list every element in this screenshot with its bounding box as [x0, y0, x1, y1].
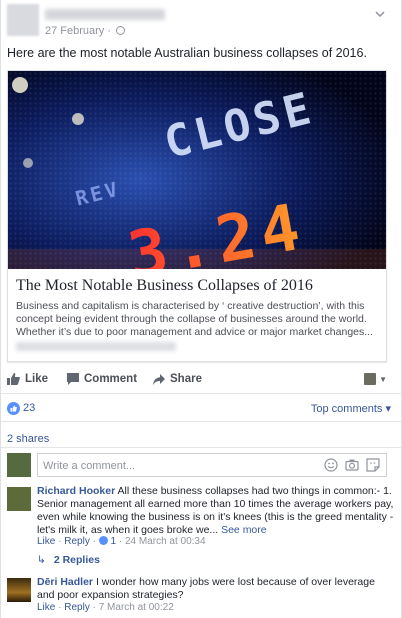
share-arrow-icon	[153, 373, 165, 385]
author-avatar[interactable]	[7, 4, 39, 36]
share-button[interactable]: Share	[153, 373, 202, 385]
link-preview[interactable]: CLOSE REV 3.24 The Most Notable Business…	[7, 70, 387, 362]
comment-reply-link[interactable]: Reply	[64, 536, 90, 547]
like-count[interactable]: 23	[23, 402, 35, 414]
caret-down-icon: ▼	[379, 374, 387, 384]
comment-like-link[interactable]: Like	[37, 602, 55, 613]
comment-icon	[67, 373, 79, 385]
share-audience-picker[interactable]: ▼	[364, 373, 387, 385]
comment-body: Richard Hooker All these business collap…	[37, 485, 395, 537]
share-label: Share	[170, 373, 202, 385]
camera-icon[interactable]	[345, 458, 359, 472]
post-time-text[interactable]: 27 February ·	[45, 25, 111, 37]
like-reaction-icon[interactable]	[7, 402, 20, 415]
commenter-name[interactable]: Dēri Hadler	[37, 576, 93, 588]
replies-label: 2 Replies	[53, 554, 100, 566]
reply-arrow-icon: ↳	[37, 554, 46, 566]
commenter-avatar[interactable]	[7, 578, 31, 602]
comment-reply-link[interactable]: Reply	[64, 602, 90, 613]
globe-icon	[116, 26, 126, 35]
link-description: Business and capitalism is characterised…	[16, 300, 373, 338]
post-header: 27 February ·	[7, 4, 397, 40]
comment-input[interactable]: Write a comment...	[37, 453, 387, 477]
comment-time[interactable]: 7 March at 00:22	[99, 602, 174, 613]
like-reaction-icon	[98, 536, 108, 545]
commenter-avatar[interactable]	[7, 487, 31, 511]
see-more-link[interactable]: See more	[218, 524, 267, 536]
like-button[interactable]: Like	[7, 373, 48, 385]
avatar	[7, 453, 31, 477]
post-text: Here are the most notable Australian bus…	[7, 46, 367, 60]
comment-time[interactable]: 24 March at 00:34	[125, 536, 206, 547]
comment-button[interactable]: Comment	[67, 373, 137, 385]
comment-like-link[interactable]: Like	[37, 536, 55, 547]
commenter-name[interactable]: Richard Hooker	[37, 485, 115, 497]
comment-placeholder: Write a comment...	[43, 460, 136, 472]
avatar	[364, 373, 377, 385]
thumbs-up-icon	[7, 373, 20, 385]
like-label: Like	[25, 373, 49, 385]
comment-label: Comment	[84, 373, 138, 385]
link-source-redacted	[16, 342, 176, 351]
chevron-down-icon[interactable]	[375, 8, 385, 20]
view-replies-link[interactable]: ↳ 2 Replies	[37, 554, 100, 566]
link-body[interactable]: The Most Notable Business Collapses of 2…	[8, 269, 386, 361]
top-comments-dropdown[interactable]: Top comments ▾	[311, 402, 391, 415]
author-name-redacted[interactable]	[45, 9, 165, 20]
action-bar: Like Comment Share ▼	[1, 366, 401, 394]
link-image[interactable]: CLOSE REV 3.24	[8, 71, 386, 269]
shares-count[interactable]: 2 shares	[7, 433, 49, 445]
comment-meta: Like · Reply · 7 March at 00:22	[37, 602, 174, 613]
divider	[1, 447, 401, 448]
link-title[interactable]: The Most Notable Business Collapses of 2…	[16, 277, 313, 295]
post-card: 27 February · Here are the most notable …	[0, 0, 402, 618]
comment-like-count[interactable]: 1	[111, 536, 117, 547]
comment-meta: Like · Reply · 1 · 24 March at 00:34	[37, 536, 206, 547]
emoji-icon[interactable]	[324, 458, 338, 472]
comment-body: Dēri Hadler I wonder how many jobs were …	[37, 576, 395, 602]
sticker-icon[interactable]	[366, 458, 380, 472]
post-timestamp[interactable]: 27 February ·	[45, 25, 126, 37]
reactions-bar: 23 Top comments ▾	[1, 394, 401, 422]
